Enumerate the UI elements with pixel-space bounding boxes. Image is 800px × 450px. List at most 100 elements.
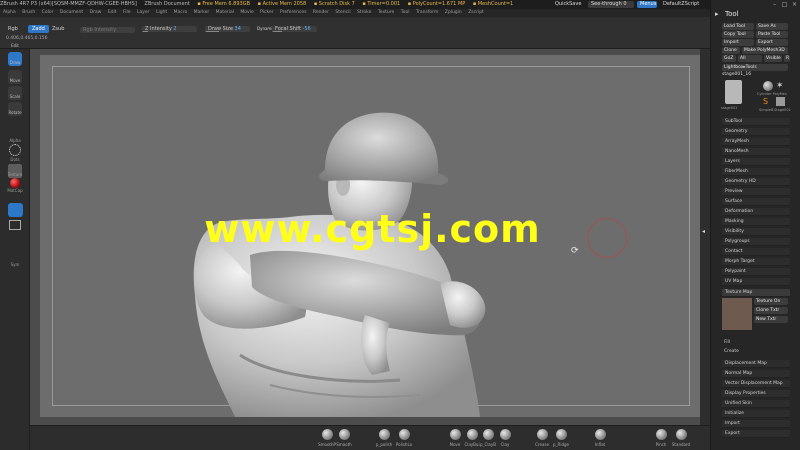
document-viewport[interactable]: www.cgtsj.com ⟳ — [40, 55, 705, 417]
edit-button[interactable]: Edit — [8, 34, 22, 48]
menu-render[interactable]: Render — [313, 10, 329, 15]
brush-standard[interactable]: Standard — [667, 429, 695, 449]
see-through-slider[interactable]: See-through 0 — [588, 1, 634, 8]
move-button[interactable]: Move — [8, 70, 22, 84]
lightbox-tools-button[interactable]: Lightbox▸Tools — [722, 64, 788, 71]
menu-edit[interactable]: Edit — [108, 10, 117, 15]
rotate-button[interactable]: Rotate — [8, 102, 22, 116]
menu-draw[interactable]: Draw — [90, 10, 102, 15]
subpalette-contact[interactable]: Contact — [722, 248, 790, 256]
subpalette-arraymesh[interactable]: ArrayMesh — [722, 138, 790, 146]
menus-button[interactable]: Menus — [637, 1, 657, 8]
texture-on-button[interactable]: Texture On — [754, 298, 788, 305]
menu-texture[interactable]: Texture — [378, 10, 394, 15]
texture-map-thumbnail[interactable] — [722, 298, 752, 330]
menu-alpha[interactable]: Alpha — [3, 10, 16, 15]
brush-p-ridge[interactable]: p_Ridge — [547, 429, 575, 449]
subpalette-unified-skin[interactable]: Unified Skin — [722, 400, 790, 408]
subpalette-fibermesh[interactable]: FiberMesh — [722, 168, 790, 176]
subpalette-deformation[interactable]: Deformation — [722, 208, 790, 216]
subpalette-polygroups[interactable]: Polygroups — [722, 238, 790, 246]
subpalette-geometry[interactable]: Geometry — [722, 128, 790, 136]
close-icon[interactable]: × — [790, 0, 799, 9]
menu-document[interactable]: Document — [60, 10, 83, 15]
subpalette-surface[interactable]: Surface — [722, 198, 790, 206]
menu-tool[interactable]: Tool — [401, 10, 410, 15]
brush-polishlo[interactable]: PolishLo — [390, 429, 418, 449]
subpalette-morph-target[interactable]: Morph Target — [722, 258, 790, 266]
make-polymesh3d-button[interactable]: Make PolyMesh3D — [742, 47, 788, 54]
subpalette-initialize[interactable]: Initialize — [722, 410, 790, 418]
menu-brush[interactable]: Brush — [22, 10, 35, 15]
tool-thumbnail-stage[interactable] — [725, 80, 742, 104]
subpalette-visibility[interactable]: Visibility — [722, 228, 790, 236]
menu-picker[interactable]: Picker — [260, 10, 273, 15]
rgb-intensity-slider[interactable]: Rgb Intensity — [80, 27, 135, 33]
quicksave-button[interactable]: QuickSave — [552, 1, 582, 8]
draw-button[interactable]: Draw — [8, 52, 22, 66]
menu-marker[interactable]: Marker — [194, 10, 210, 15]
draw-size-slider[interactable]: Draw Size 34 — [205, 26, 250, 32]
brush-clay[interactable]: Clay — [491, 429, 519, 449]
menu-movie[interactable]: Movie — [240, 10, 253, 15]
fill-button[interactable]: Fill — [724, 340, 730, 345]
subpalette-preview[interactable]: Preview — [722, 188, 790, 196]
subpalette-import[interactable]: Import — [722, 420, 790, 428]
menu-material[interactable]: Material — [216, 10, 234, 15]
tool-thumbnail-cylinder[interactable] — [763, 81, 773, 91]
subpalette-subtool[interactable]: SubTool — [722, 118, 790, 126]
subpalette-uv-map[interactable]: UV Map — [722, 278, 790, 286]
collapse-arrow-icon[interactable]: ◂ — [702, 228, 708, 236]
grid-icon[interactable] — [9, 220, 21, 230]
paste-tool-button[interactable]: Paste Tool — [756, 31, 788, 38]
z-intensity-slider[interactable]: Z Intensity 2 — [142, 26, 197, 32]
menu-layer[interactable]: Layer — [137, 10, 150, 15]
subpalette-polypaint[interactable]: Polypaint — [722, 268, 790, 276]
menu-color[interactable]: Color — [42, 10, 54, 15]
alpha-dots-icon[interactable] — [9, 144, 21, 156]
subpalette-masking[interactable]: Masking — [722, 218, 790, 226]
save-as-button[interactable]: Save As — [756, 23, 788, 30]
tool-thumbnail-simplebrush[interactable]: S — [763, 97, 772, 106]
menu-macro[interactable]: Macro — [174, 10, 188, 15]
subpalette-nanomesh[interactable]: NanoMesh — [722, 148, 790, 156]
tool-thumbnail-stage001[interactable] — [776, 97, 785, 106]
minimize-icon[interactable]: – — [770, 0, 779, 9]
menu-file[interactable]: File — [123, 10, 131, 15]
subpalette-layers[interactable]: Layers — [722, 158, 790, 166]
default-zscript-button[interactable]: DefaultZScript — [660, 1, 700, 8]
subpalette-export[interactable]: Export — [722, 430, 790, 438]
export-button[interactable]: Export — [756, 39, 788, 46]
load-tool-button[interactable]: Load Tool — [722, 23, 754, 30]
tool-thumbnail-polymesh[interactable]: ✶ — [776, 81, 786, 91]
subpalette-displacement-map[interactable]: Displacement Map — [722, 360, 790, 368]
create-button[interactable]: Create — [724, 349, 739, 354]
scale-button[interactable]: Scale — [8, 86, 22, 100]
copy-tool-button[interactable]: Copy Tool — [722, 31, 754, 38]
menu-transform[interactable]: Transform — [416, 10, 438, 15]
visible-button[interactable]: Visible — [764, 55, 782, 62]
brush-inflat[interactable]: Inflat — [586, 429, 614, 449]
clone-button[interactable]: Clone — [722, 47, 740, 54]
expand-arrow-icon[interactable]: ▸ — [715, 10, 723, 18]
goz-button[interactable]: GoZ — [722, 55, 736, 62]
clone-txtr-button[interactable]: Clone Txtr — [754, 307, 788, 314]
zsub-toggle[interactable]: Zsub — [48, 25, 68, 33]
rgb-toggle[interactable]: Rgb — [4, 25, 22, 33]
import-button[interactable]: Import — [722, 39, 754, 46]
menu-light[interactable]: Light — [156, 10, 167, 15]
subpalette-display-properties[interactable]: Display Properties — [722, 390, 790, 398]
menu-zplugin[interactable]: Zplugin — [445, 10, 462, 15]
brush-smooth[interactable]: Smooth — [330, 429, 358, 449]
focal-shift-slider[interactable]: Focal Shift -56 — [272, 26, 317, 32]
all-button[interactable]: All — [738, 55, 762, 62]
maximize-icon[interactable]: □ — [780, 0, 789, 9]
menu-stroke[interactable]: Stroke — [357, 10, 371, 15]
menu-zscript[interactable]: Zscript — [468, 10, 484, 15]
material-sphere-icon[interactable] — [10, 178, 20, 188]
menu-preferences[interactable]: Preferences — [280, 10, 306, 15]
subpalette-texture-map[interactable]: Texture Map — [722, 289, 790, 297]
new-txtr-button[interactable]: New Txtr — [754, 316, 788, 323]
subpalette-normal-map[interactable]: Normal Map — [722, 370, 790, 378]
r-button[interactable]: R — [784, 55, 790, 62]
